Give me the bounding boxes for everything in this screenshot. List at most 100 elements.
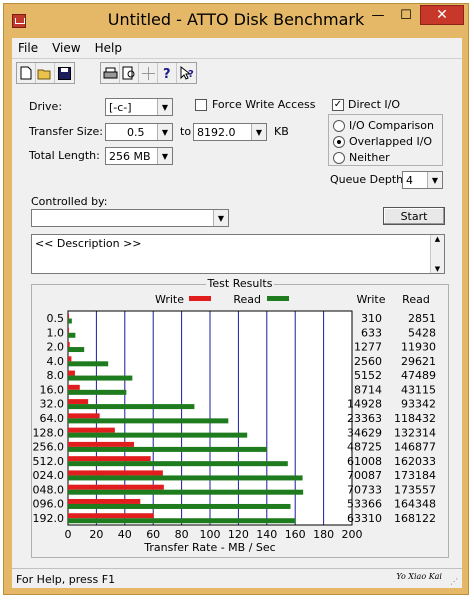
read-rate-value: 5428 <box>408 326 436 339</box>
print-preview-icon[interactable] <box>120 63 139 83</box>
status-text: For Help, press F1 <box>16 573 116 586</box>
neither-radio[interactable] <box>333 152 345 164</box>
controlled-by-select[interactable]: ▼ <box>31 209 229 227</box>
total-length-select[interactable]: 256 MB ▼ <box>105 147 173 165</box>
x-tick-label: 160 <box>285 528 306 541</box>
read-rate-value: 146877 <box>394 441 436 454</box>
write-bar <box>68 427 115 433</box>
overlapped-io-radio[interactable] <box>333 136 345 148</box>
write-rate-value: 23363 <box>347 412 382 425</box>
write-bar <box>68 498 141 504</box>
toolbar: ? ? <box>12 58 462 86</box>
queue-depth-select[interactable]: 4 ▼ <box>402 171 443 189</box>
print-icon[interactable] <box>101 63 120 83</box>
io-comparison-radio[interactable] <box>333 120 345 132</box>
menu-view[interactable]: View <box>46 41 88 55</box>
transfer-size-from-select[interactable]: 0.5 ▼ <box>105 123 173 141</box>
menu-bar: File View Help <box>12 38 462 58</box>
neither-label[interactable]: Neither <box>349 151 390 164</box>
menu-help[interactable]: Help <box>89 41 130 55</box>
queue-depth-value: 4 <box>406 174 413 187</box>
write-rate-value: 48725 <box>347 441 382 454</box>
minimize-button[interactable]: — <box>364 5 392 25</box>
description-scrollbar[interactable]: ▲ ▼ <box>430 235 444 273</box>
transfer-from-value: 0.5 <box>127 126 145 139</box>
main-panel: Drive: [-c-] ▼ Force Write Access Transf… <box>12 86 462 568</box>
write-rate-value: 633 <box>361 326 382 339</box>
chevron-down-icon[interactable]: ▼ <box>157 99 172 115</box>
toolbar-file-group <box>16 62 75 84</box>
drive-value: [-c-] <box>109 101 132 114</box>
x-tick-label: 0 <box>65 528 72 541</box>
force-write-label[interactable]: Force Write Access <box>212 98 315 111</box>
svg-text:?: ? <box>188 69 194 80</box>
write-rate-value: 70087 <box>347 469 382 482</box>
read-rate-value: 118432 <box>394 412 436 425</box>
start-button[interactable]: Start <box>383 207 445 225</box>
context-help-icon[interactable]: ? <box>177 63 196 83</box>
x-tick-label: 140 <box>256 528 277 541</box>
transfer-to-value: 8192.0 <box>197 126 236 139</box>
write-bar <box>68 370 75 376</box>
x-tick-label: 20 <box>89 528 103 541</box>
category-label: 4.0 <box>47 355 65 368</box>
move-icon[interactable] <box>139 63 158 83</box>
category-label: 1.0 <box>47 326 65 339</box>
new-icon[interactable] <box>17 63 36 83</box>
io-mode-group: I/O Comparison Overlapped I/O Neither <box>328 114 443 166</box>
chevron-down-icon[interactable]: ▼ <box>157 124 172 140</box>
category-label: 4096.0 <box>32 498 64 511</box>
results-chart: Write Read Write Read 0 20 40 60 80 100 120 140… <box>26 293 437 554</box>
category-label: 2048.0 <box>32 483 64 496</box>
write-bar <box>68 356 72 362</box>
read-column-header: Read <box>402 293 430 306</box>
category-label: 32.0 <box>40 398 65 411</box>
read-bar <box>68 404 195 410</box>
close-button[interactable]: ✕ <box>420 5 464 25</box>
chevron-down-icon[interactable]: ▼ <box>427 172 442 188</box>
read-bar <box>68 503 291 509</box>
category-label: 512.0 <box>33 455 65 468</box>
overlapped-io-label[interactable]: Overlapped I/O <box>349 135 432 148</box>
queue-depth-label: Queue Depth: <box>330 173 407 186</box>
window-controls: — ☐ ✕ <box>364 5 464 25</box>
title-bar[interactable]: Untitled - ATTO Disk Benchmark — ☐ ✕ <box>4 4 468 38</box>
read-bar <box>68 361 109 367</box>
write-bar <box>68 513 154 519</box>
write-bar <box>68 342 70 348</box>
read-bar <box>68 446 267 452</box>
transfer-unit-label: KB <box>274 125 289 138</box>
read-bar <box>68 418 229 424</box>
open-icon[interactable] <box>36 63 55 83</box>
write-bar <box>68 413 100 419</box>
drive-select[interactable]: [-c-] ▼ <box>105 98 173 116</box>
direct-io-checkbox[interactable]: ✓ <box>332 99 344 111</box>
category-label: 0.5 <box>47 312 65 325</box>
direct-io-label[interactable]: Direct I/O <box>348 98 400 111</box>
category-label: 8.0 <box>47 369 65 382</box>
help-icon[interactable]: ? <box>158 63 177 83</box>
write-rate-value: 70733 <box>347 483 382 496</box>
read-rate-value: 47489 <box>401 369 436 382</box>
transfer-size-label: Transfer Size: <box>29 125 104 138</box>
chevron-down-icon[interactable]: ▼ <box>213 210 228 226</box>
io-comparison-label[interactable]: I/O Comparison <box>349 119 434 132</box>
test-results-title: Test Results <box>205 277 275 290</box>
read-bar <box>68 389 127 395</box>
transfer-size-to-select[interactable]: 8192.0 ▼ <box>193 123 267 141</box>
menu-file[interactable]: File <box>12 41 46 55</box>
chevron-down-icon[interactable]: ▼ <box>251 124 266 140</box>
write-rate-value: 53366 <box>347 498 382 511</box>
chevron-down-icon[interactable]: ▼ <box>157 148 172 164</box>
category-label: 2.0 <box>47 341 65 354</box>
save-icon[interactable] <box>55 63 74 83</box>
read-rate-value: 168122 <box>394 512 436 525</box>
scroll-up-icon[interactable]: ▲ <box>435 235 440 243</box>
write-rate-value: 2560 <box>354 355 382 368</box>
scroll-down-icon[interactable]: ▼ <box>435 265 440 273</box>
total-length-value: 256 MB <box>109 150 151 163</box>
resize-grip-icon[interactable]: ⋰ <box>450 577 460 587</box>
force-write-checkbox[interactable] <box>195 99 207 111</box>
maximize-button[interactable]: ☐ <box>392 5 420 25</box>
description-box[interactable]: << Description >> ▲ ▼ <box>31 234 445 274</box>
